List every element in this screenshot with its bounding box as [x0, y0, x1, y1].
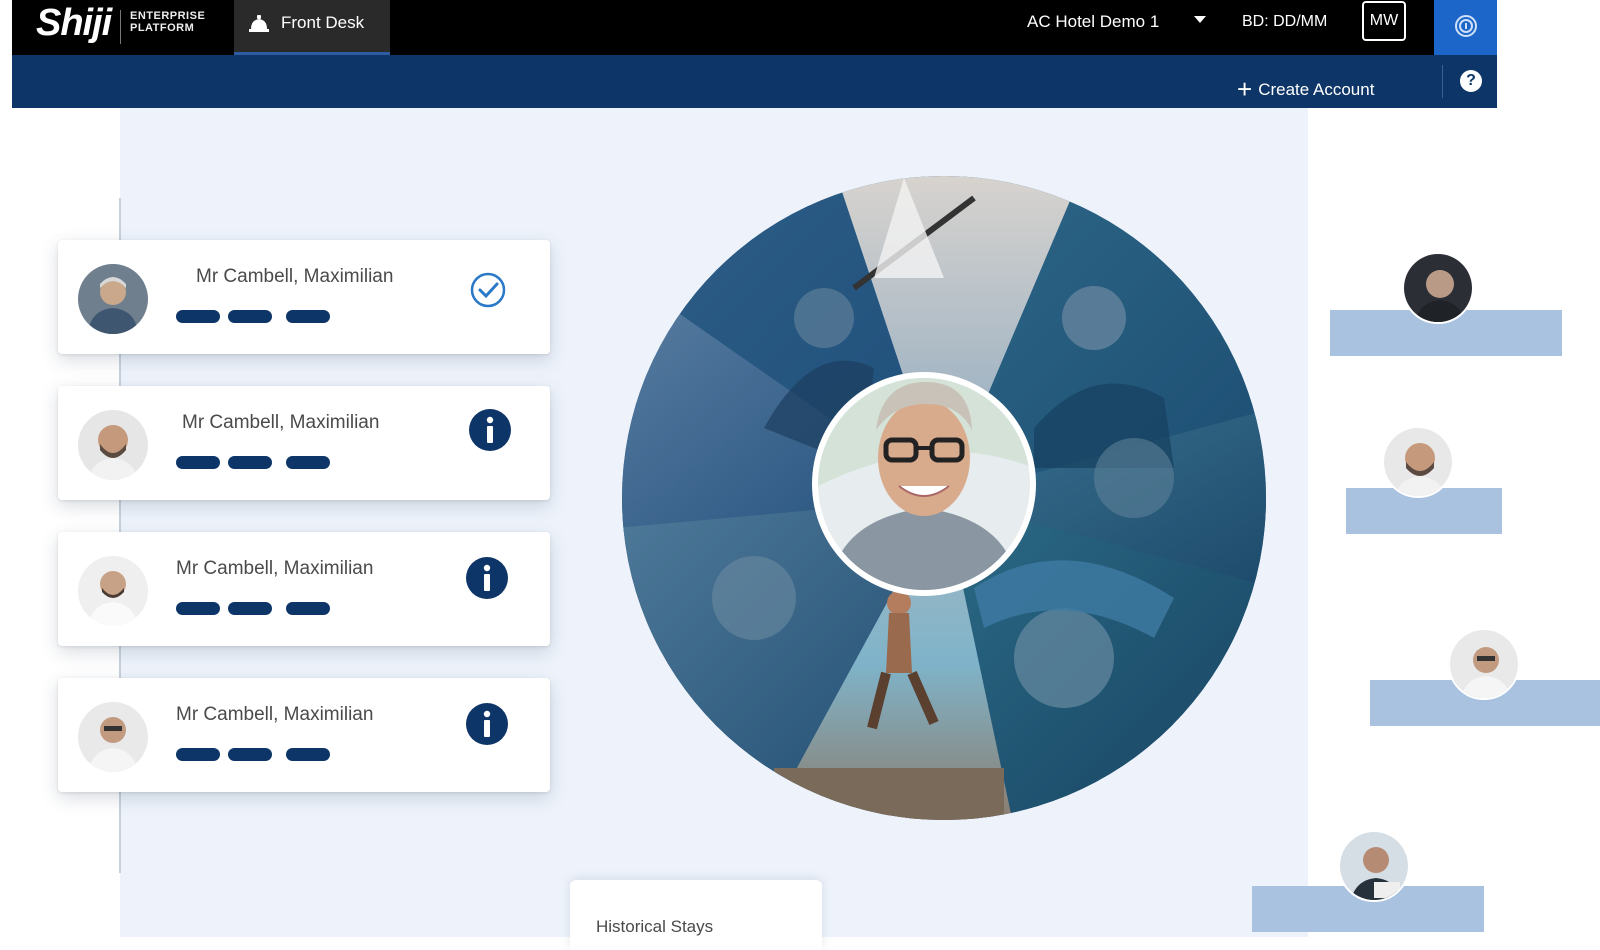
guest-card[interactable]: Mr Cambell, Maximilian — [58, 386, 550, 500]
guest-card[interactable]: Mr Cambell, Maximilian — [58, 532, 550, 646]
tab-front-desk-label: Front Desk — [281, 13, 365, 32]
checked-icon[interactable] — [468, 270, 508, 310]
guest-avatar — [78, 556, 148, 626]
guest-tags — [176, 310, 338, 324]
fingerprint-icon — [1455, 15, 1477, 37]
guest-card[interactable]: Mr Cambell, Maximilian — [58, 678, 550, 792]
related-guest-avatar[interactable] — [1382, 426, 1454, 498]
guest-tags — [176, 748, 338, 762]
divider — [1442, 65, 1443, 98]
create-account-label: Create Account — [1258, 80, 1375, 99]
create-account-button[interactable]: + Create Account — [1237, 71, 1375, 104]
historical-stays-title: Historical Stays — [596, 917, 714, 936]
plus-icon: + — [1237, 74, 1253, 104]
related-guest-avatar[interactable] — [1448, 628, 1520, 700]
guest-profile-wheel[interactable] — [614, 168, 1274, 828]
brand-logo[interactable]: Shiji — [36, 2, 112, 45]
business-date: BD: DD/MM — [1242, 13, 1328, 30]
guest-name: Mr Cambell, Maximilian — [176, 704, 374, 725]
tab-front-desk[interactable]: Front Desk — [234, 0, 390, 55]
action-bar: + Create Account ? — [12, 55, 1497, 108]
related-guest-avatar[interactable] — [1338, 830, 1410, 902]
guest-name: Mr Cambell, Maximilian — [176, 558, 374, 579]
logo-divider — [120, 10, 121, 44]
brand-subtitle: ENTERPRISE PLATFORM — [130, 10, 206, 34]
guest-tags — [176, 602, 338, 616]
chevron-down-icon[interactable] — [1194, 16, 1206, 23]
help-icon[interactable]: ? — [1460, 70, 1482, 92]
front-desk-bell-icon — [249, 15, 269, 32]
guest-avatar — [78, 410, 148, 480]
top-bar: Shiji ENTERPRISE PLATFORM Front Desk AC … — [12, 0, 1497, 55]
historical-stays-panel[interactable]: Historical Stays — [570, 880, 822, 950]
guest-avatar — [78, 264, 148, 334]
user-avatar-button[interactable]: MW — [1362, 1, 1406, 41]
info-icon[interactable] — [465, 702, 509, 746]
info-icon[interactable] — [468, 408, 512, 452]
guest-name: Mr Cambell, Maximilian — [182, 412, 380, 433]
guest-tags — [176, 456, 338, 470]
fingerprint-button[interactable] — [1434, 0, 1497, 55]
info-icon[interactable] — [465, 556, 509, 600]
guest-card[interactable]: Mr Cambell, Maximilian — [58, 240, 550, 354]
guest-name: Mr Cambell, Maximilian — [196, 266, 394, 287]
hotel-selector[interactable]: AC Hotel Demo 1 — [1027, 12, 1159, 32]
guest-avatar — [78, 702, 148, 772]
related-guest-avatar[interactable] — [1402, 252, 1474, 324]
